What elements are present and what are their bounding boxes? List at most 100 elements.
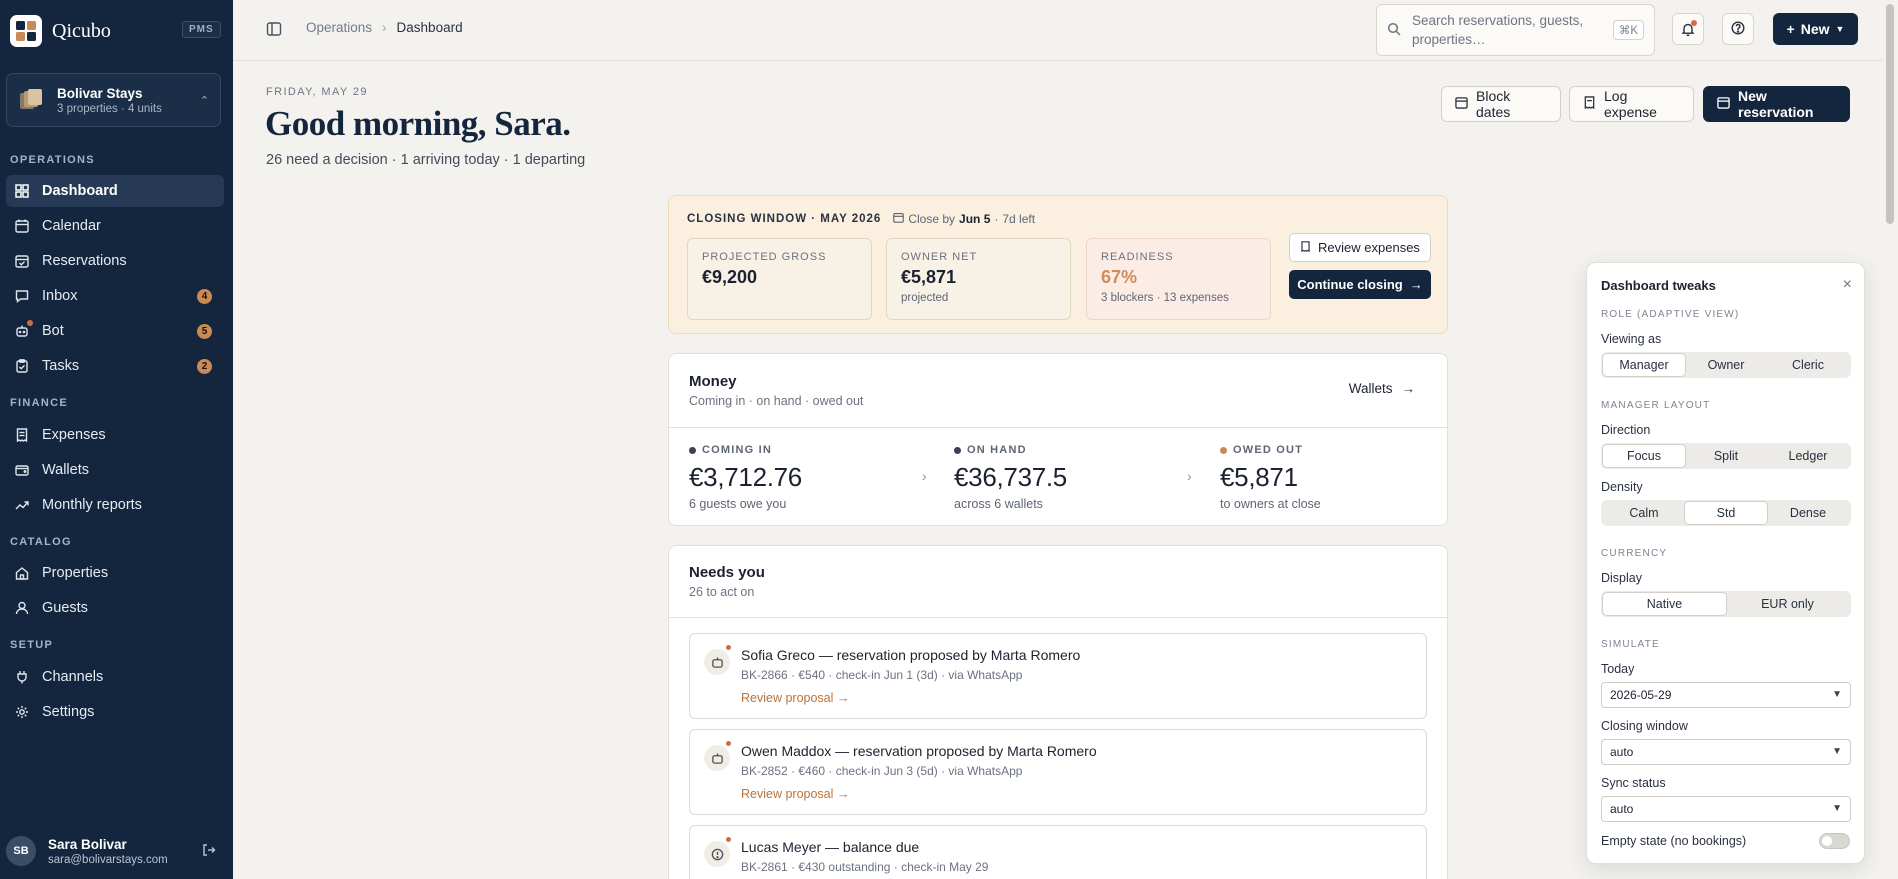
sidebar-item-dashboard[interactable]: Dashboard: [6, 175, 224, 207]
help-button[interactable]: [1722, 13, 1754, 45]
sidebar-item-label: Guests: [42, 600, 88, 616]
unread-dot: [726, 837, 731, 842]
item-meta: BK-2861 · €430 outstanding · check-in Ma…: [741, 860, 989, 874]
log-expense-button[interactable]: Log expense: [1569, 86, 1694, 122]
pms-badge: PMS: [182, 21, 221, 38]
clipboard-icon: [14, 358, 30, 374]
review-expenses-button[interactable]: Review expenses: [1289, 233, 1431, 262]
chevron-down-icon: ▼: [1835, 24, 1845, 34]
sidebar-item-label: Wallets: [42, 462, 89, 478]
divider: [669, 427, 1447, 428]
sidebar-item-expenses[interactable]: Expenses: [6, 419, 224, 451]
direction-option-ledger[interactable]: Ledger: [1767, 445, 1849, 467]
breadcrumb-operations[interactable]: Operations: [306, 20, 372, 35]
block-dates-button[interactable]: Block dates: [1441, 86, 1561, 122]
wallets-link[interactable]: Wallets →: [1349, 381, 1415, 396]
continue-closing-button[interactable]: Continue closing →: [1289, 270, 1431, 299]
sidebar-item-inbox[interactable]: Inbox 4: [6, 280, 224, 312]
list-item[interactable]: Lucas Meyer — balance due BK-2861 · €430…: [689, 825, 1427, 879]
arrow-right-icon: →: [1401, 381, 1416, 396]
sidebar-item-properties[interactable]: Properties: [6, 557, 224, 589]
logout-icon[interactable]: [202, 843, 216, 860]
sidebar-item-monthly-reports[interactable]: Monthly reports: [6, 489, 224, 521]
density-option-std[interactable]: Std: [1685, 502, 1767, 524]
org-switcher[interactable]: Bolivar Stays 3 properties · 4 units ⌃: [6, 73, 221, 127]
role-option-manager[interactable]: Manager: [1603, 354, 1685, 376]
user-icon: [14, 600, 30, 616]
meta-separator: ·: [994, 212, 999, 226]
direction-label: Direction: [1601, 423, 1651, 437]
notifications-button[interactable]: [1672, 13, 1704, 45]
sidebar-toggle-icon[interactable]: [266, 21, 282, 40]
search-input[interactable]: Search reservations, guests, properties……: [1376, 4, 1655, 56]
plus-icon: +: [1786, 21, 1795, 37]
role-option-cleric[interactable]: Cleric: [1767, 354, 1849, 376]
user-profile[interactable]: SB Sara Bolivar sara@bolivarstays.com: [6, 831, 224, 871]
scrollbar-thumb[interactable]: [1886, 4, 1894, 224]
sidebar-item-reservations[interactable]: Reservations: [6, 245, 224, 277]
time-left: 7d left: [1002, 212, 1036, 226]
display-label: Display: [1601, 571, 1642, 585]
page-title: Good morning, Sara.: [265, 104, 571, 143]
display-option-native[interactable]: Native: [1603, 593, 1726, 615]
receipt-icon: [1583, 96, 1596, 112]
sidebar-item-label: Tasks: [42, 358, 80, 374]
money-card: Money Coming in · on hand · owed out Wal…: [668, 353, 1448, 526]
current-date: FRIDAY, MAY 29: [266, 86, 368, 98]
sync-status-select[interactable]: auto ▼: [1601, 796, 1851, 822]
needs-you-title: Needs you: [689, 564, 765, 581]
nav-section-catalog: CATALOG: [10, 536, 72, 548]
density-option-dense[interactable]: Dense: [1767, 502, 1849, 524]
search-icon: [1387, 22, 1401, 39]
message-icon: [14, 288, 30, 304]
sidebar-item-settings[interactable]: Settings: [6, 696, 224, 728]
display-segmented-control: Native EUR only: [1601, 591, 1851, 617]
review-proposal-link[interactable]: Review proposal →: [741, 691, 849, 705]
page-scrollbar[interactable]: [1882, 0, 1898, 879]
bot-icon: [14, 320, 33, 339]
sidebar-item-channels[interactable]: Channels: [6, 661, 224, 693]
sidebar-item-label: Monthly reports: [42, 497, 142, 513]
sidebar-item-wallets[interactable]: Wallets: [6, 454, 224, 486]
nav-section-finance: FINANCE: [10, 397, 68, 409]
sidebar-item-calendar[interactable]: Calendar: [6, 210, 224, 242]
coming-in-label: COMING IN: [702, 444, 773, 456]
close-by-date: Jun 5: [959, 212, 991, 226]
brand[interactable]: Qicubo: [10, 15, 111, 47]
role-option-owner[interactable]: Owner: [1685, 354, 1767, 376]
closing-window-label: Closing window: [1601, 719, 1688, 733]
review-proposal-link[interactable]: Review proposal →: [741, 787, 849, 801]
sidebar-item-tasks[interactable]: Tasks 2: [6, 350, 224, 382]
owed-out-column[interactable]: OWED OUT €5,871 to owners at close: [1220, 444, 1321, 511]
home-icon: [14, 565, 30, 581]
on-hand-column[interactable]: ON HAND €36,737.5 across 6 wallets: [954, 444, 1067, 511]
wallets-link-label: Wallets: [1348, 381, 1393, 396]
alert-clock-icon: [704, 841, 730, 867]
closing-window-select[interactable]: auto ▼: [1601, 739, 1851, 765]
coming-in-dot: [689, 446, 696, 454]
close-icon[interactable]: ×: [1843, 276, 1852, 294]
sidebar-item-label: Bot: [42, 323, 64, 339]
item-title: Sofia Greco — reservation proposed by Ma…: [741, 647, 1081, 663]
empty-state-toggle[interactable]: [1819, 833, 1850, 849]
display-option-eur-only[interactable]: EUR only: [1726, 593, 1849, 615]
projected-gross-label: PROJECTED GROSS: [702, 251, 827, 263]
chevron-right-icon: ›: [1187, 468, 1192, 484]
sidebar-item-guests[interactable]: Guests: [6, 592, 224, 624]
coming-in-column[interactable]: COMING IN €3,712.76 6 guests owe you: [689, 444, 802, 511]
new-reservation-button[interactable]: New reservation: [1703, 86, 1850, 122]
today-select[interactable]: 2026-05-29 ▼: [1601, 682, 1851, 708]
sidebar-item-bot[interactable]: Bot 5: [6, 315, 224, 347]
direction-option-focus[interactable]: Focus: [1603, 445, 1685, 467]
list-item[interactable]: Owen Maddox — reservation proposed by Ma…: [689, 729, 1427, 815]
direction-option-split[interactable]: Split: [1685, 445, 1767, 467]
close-by-prefix: Close by: [908, 212, 956, 226]
new-button[interactable]: + New ▼: [1773, 13, 1858, 45]
density-option-calm[interactable]: Calm: [1603, 502, 1685, 524]
sidebar-item-label: Settings: [42, 704, 95, 720]
owner-net-card: OWNER NET €5,871 projected: [886, 238, 1071, 320]
coming-in-value: €3,712.76: [689, 462, 802, 492]
sidebar-item-label: Channels: [42, 669, 104, 685]
qicubo-logo-icon: [10, 15, 42, 47]
list-item[interactable]: Sofia Greco — reservation proposed by Ma…: [689, 633, 1427, 719]
